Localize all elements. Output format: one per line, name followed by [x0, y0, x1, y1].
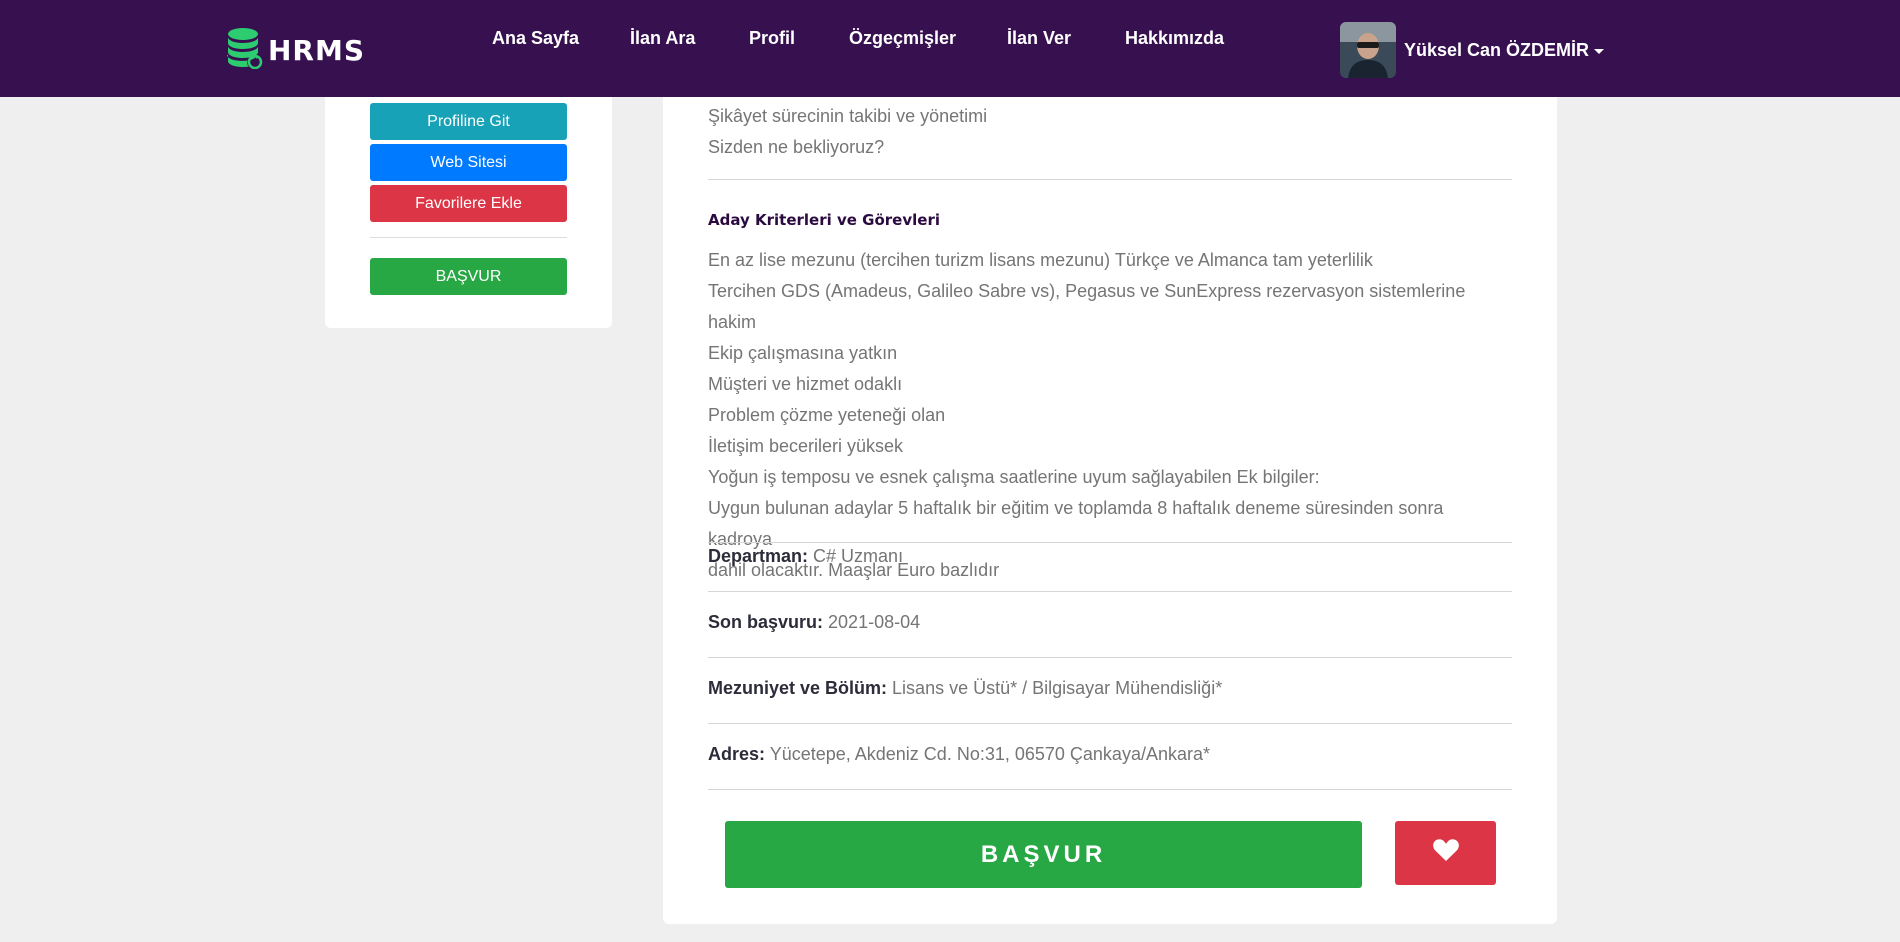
- department-value: C# Uzmanı: [813, 546, 904, 566]
- job-detail-card: Şikâyet sürecinin takibi ve yönetimi Siz…: [663, 60, 1557, 924]
- divider: [370, 237, 567, 238]
- brand-name: HRMS: [268, 33, 366, 67]
- divider: [708, 179, 1512, 180]
- criteria-line: Problem çözme yeteneği olan: [708, 405, 946, 425]
- chevron-down-icon: [1594, 48, 1605, 54]
- top-navbar: HRMS Ana Sayfa İlan Ara Profil Özgeçmişl…: [0, 0, 1900, 97]
- user-menu[interactable]: Yüksel Can ÖZDEMİR: [1340, 22, 1605, 78]
- nav-item-profile[interactable]: Profil: [749, 28, 795, 49]
- website-button[interactable]: Web Sitesi: [370, 144, 567, 181]
- profile-button[interactable]: Profiline Git: [370, 103, 567, 140]
- address-label: Adres:: [708, 744, 766, 764]
- deadline-value: 2021-08-04: [828, 612, 921, 632]
- nav-item-home[interactable]: Ana Sayfa: [492, 28, 579, 49]
- department-label: Departman:: [708, 546, 809, 566]
- address-field: Adres: Yücetepe, Akdeniz Cd. No:31, 0657…: [708, 744, 1210, 765]
- nav-item-search-jobs[interactable]: İlan Ara: [630, 28, 695, 49]
- criteria-line: İletişim becerileri yüksek: [708, 436, 904, 456]
- criteria-line: Yoğun iş temposu ve esnek çalışma saatle…: [708, 467, 1320, 487]
- avatar: [1340, 22, 1396, 78]
- heart-icon: [1432, 839, 1459, 867]
- address-value: Yücetepe, Akdeniz Cd. No:31, 06570 Çanka…: [769, 744, 1210, 764]
- apply-button-small[interactable]: BAŞVUR: [370, 258, 567, 295]
- criteria-heading: Aday Kriterleri ve Görevleri: [708, 211, 940, 229]
- company-sidebar-card: Profiline Git Web Sitesi Favorilere Ekle…: [325, 60, 612, 328]
- education-label: Mezuniyet ve Bölüm:: [708, 678, 888, 698]
- description-tail: Şikâyet sürecinin takibi ve yönetimi Siz…: [708, 101, 1512, 163]
- brand-logo[interactable]: HRMS: [226, 27, 366, 74]
- education-field: Mezuniyet ve Bölüm: Lisans ve Üstü* / Bi…: [708, 678, 1222, 699]
- education-value: Lisans ve Üstü* / Bilgisayar Mühendisliğ…: [892, 678, 1223, 698]
- criteria-line: Tercihen GDS (Amadeus, Galileo Sabre vs)…: [708, 281, 1466, 332]
- criteria-line: En az lise mezunu (tercihen turizm lisan…: [708, 250, 1373, 270]
- divider: [708, 789, 1512, 790]
- apply-button[interactable]: BAŞVUR: [725, 821, 1362, 888]
- criteria-line: Ekip çalışmasına yatkın: [708, 343, 898, 363]
- divider: [708, 657, 1512, 658]
- nav-item-post-job[interactable]: İlan Ver: [1007, 28, 1071, 49]
- divider: [708, 723, 1512, 724]
- divider: [708, 591, 1512, 592]
- description-line: Sizden ne bekliyoruz?: [708, 137, 885, 157]
- criteria-line: Müşteri ve hizmet odaklı: [708, 374, 903, 394]
- user-name: Yüksel Can ÖZDEMİR: [1404, 39, 1590, 60]
- department-field: Departman: C# Uzmanı: [708, 546, 903, 567]
- description-line: Şikâyet sürecinin takibi ve yönetimi: [708, 106, 988, 126]
- criteria-list: En az lise mezunu (tercihen turizm lisan…: [708, 245, 1512, 586]
- favorite-button[interactable]: [1395, 821, 1496, 885]
- database-icon: [226, 27, 264, 74]
- nav-item-about[interactable]: Hakkımızda: [1125, 28, 1224, 49]
- divider: [708, 542, 1512, 543]
- nav-item-resumes[interactable]: Özgeçmişler: [849, 28, 956, 49]
- deadline-label: Son başvuru:: [708, 612, 824, 632]
- add-to-favorites-button[interactable]: Favorilere Ekle: [370, 185, 567, 222]
- deadline-field: Son başvuru: 2021-08-04: [708, 612, 920, 633]
